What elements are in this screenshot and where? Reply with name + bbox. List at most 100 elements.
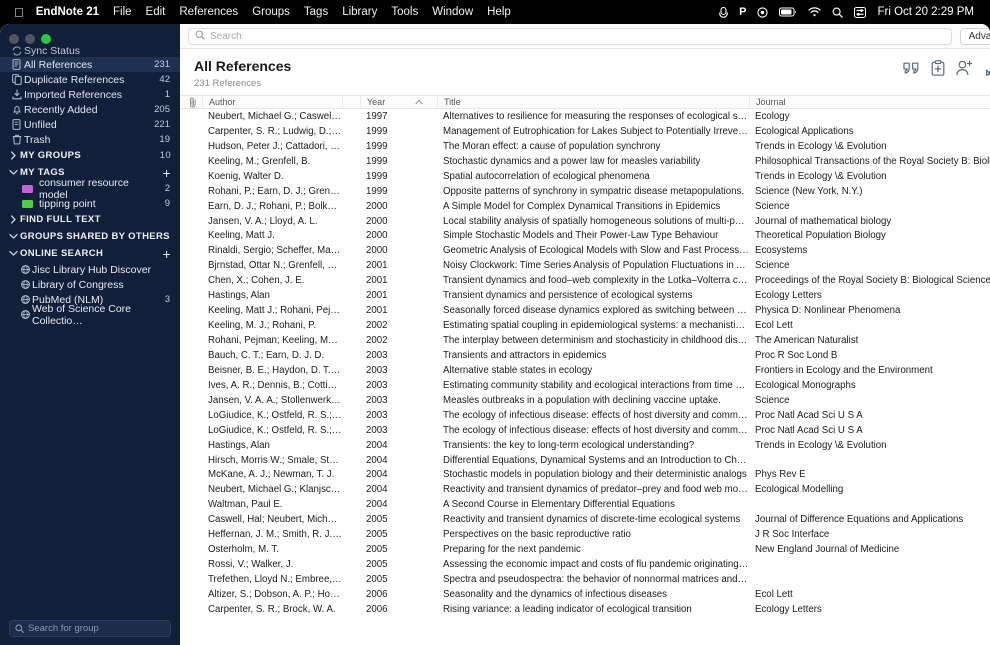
menu-groups[interactable]: Groups bbox=[252, 6, 290, 18]
menu-library[interactable]: Library bbox=[342, 6, 377, 18]
column-header-attachment[interactable] bbox=[184, 95, 202, 109]
table-row[interactable]: LoGiudice, K.; Ostfeld, R. S.; Sc… 2003 Th… bbox=[180, 408, 990, 423]
table-row[interactable]: Beisner, B. E.; Haydon, D. T.; C… 2003 Alt… bbox=[180, 363, 990, 378]
table-row[interactable]: Caswell, Hal; Neubert, Michael… 2005 React… bbox=[180, 512, 990, 527]
sidebar-tag-tipping-point[interactable]: tipping point 9 bbox=[0, 196, 180, 211]
table-row[interactable]: Rohani, P.; Earn, D. J.; Grenfell,… 1999 O… bbox=[180, 184, 990, 199]
share-export-icon[interactable] bbox=[984, 60, 990, 76]
sidebar-online-web-of-science[interactable]: Web of Science Core Collectio… bbox=[0, 303, 180, 327]
table-row[interactable]: LoGiudice, K.; Ostfeld, R. S.; Sc… 2003 Th… bbox=[180, 423, 990, 438]
spotlight-search-icon[interactable] bbox=[832, 7, 844, 18]
add-tag-button[interactable]: + bbox=[162, 166, 171, 180]
sidebar-item-trash[interactable]: Trash 19 bbox=[0, 132, 180, 147]
cell-title: Spectra and pseudospectra: the behavior … bbox=[443, 574, 749, 586]
table-row[interactable]: Osterholm, M. T. 2005 Preparing for the ne… bbox=[180, 542, 990, 557]
table-row[interactable]: Hastings, Alan 2004 Transients: the key to… bbox=[180, 438, 990, 453]
sidebar-item-recently-added[interactable]: Recently Added 205 bbox=[0, 102, 180, 117]
table-row[interactable]: Keeling, M. J.; Rohani, P. 2002 Estimating… bbox=[180, 318, 990, 333]
clipboard-plus-icon[interactable] bbox=[931, 60, 945, 76]
advanced-search-button[interactable]: Advanced Search bbox=[959, 27, 990, 45]
sidebar-online-jisc-library-hub[interactable]: Jisc Library Hub Discover bbox=[0, 262, 180, 277]
sidebar-tag-consumer-resource-model[interactable]: consumer resource model 2 bbox=[0, 177, 180, 201]
table-row[interactable]: Earn, D. J.; Rohani, P.; Bolker, B… 2000 A… bbox=[180, 199, 990, 214]
column-header-spacer[interactable] bbox=[342, 95, 360, 109]
menu-tools[interactable]: Tools bbox=[391, 6, 418, 18]
menu-tags[interactable]: Tags bbox=[304, 6, 328, 18]
table-row[interactable]: Trefethen, Lloyd N.; Embree, M… 2005 Spect… bbox=[180, 572, 990, 587]
table-row[interactable]: Ives, A. R.; Dennis, B.; Cottingh… 2003 Es… bbox=[180, 378, 990, 393]
table-row[interactable]: Chen, X.; Cohen, J. E. 2001 Transient dyna… bbox=[180, 273, 990, 288]
table-row[interactable]: Bjrnstad, Ottar N.; Grenfell, Bry… 2001 No… bbox=[180, 258, 990, 273]
table-row[interactable]: Rossi, V.; Walker, J. 2005 Assessing the e… bbox=[180, 557, 990, 572]
group-search-input[interactable]: Search for group bbox=[9, 620, 171, 637]
sidebar-section-online-search[interactable]: ONLINE SEARCH + bbox=[0, 245, 180, 262]
table-row[interactable]: Hastings, Alan 2001 Transient dynamics and… bbox=[180, 288, 990, 303]
table-row[interactable]: Keeling, Matt J.; Rohani, Pejma… 2001 Seas… bbox=[180, 303, 990, 318]
menu-app-name[interactable]: EndNote 21 bbox=[36, 6, 99, 18]
table-row[interactable]: Rinaldi, Sergio; Scheffer, Marten 2000 Geo… bbox=[180, 243, 990, 258]
cell-year: 2002 bbox=[366, 335, 388, 347]
sidebar-section-find-full-text[interactable]: FIND FULL TEXT bbox=[0, 211, 180, 228]
table-row[interactable]: Bauch, C. T.; Earn, D. J. D. 2003 Transien… bbox=[180, 348, 990, 363]
quote-cite-icon[interactable] bbox=[902, 61, 920, 75]
record-icon[interactable] bbox=[757, 6, 769, 18]
table-row[interactable]: Waltman, Paul E. 2004 A Second Course in E… bbox=[180, 497, 990, 512]
table-row[interactable]: Altizer, S.; Dobson, A. P.; Hoss… 2006 Sea… bbox=[180, 587, 990, 602]
cell-title: Simple Stochastic Models and Their Power… bbox=[443, 230, 719, 242]
add-person-icon[interactable] bbox=[955, 60, 973, 76]
menu-edit[interactable]: Edit bbox=[146, 6, 166, 18]
column-header-journal[interactable]: Journal bbox=[749, 95, 990, 109]
sidebar-item-duplicate-references[interactable]: Duplicate References 42 bbox=[0, 72, 180, 87]
menu-bar-clock[interactable]: Fri Oct 20 2:29 PM bbox=[877, 6, 974, 18]
search-input[interactable]: Search bbox=[188, 27, 952, 45]
battery-icon[interactable] bbox=[779, 7, 797, 17]
reference-table[interactable]: Neubert, Michael G.; Caswell,… 1997 Altern… bbox=[180, 109, 990, 645]
sidebar-scroll-area: Sync Status All References 231 Duplicate… bbox=[0, 46, 180, 612]
sidebar-section-groups-shared[interactable]: GROUPS SHARED BY OTHERS bbox=[0, 228, 180, 245]
sidebar-item-sync-status[interactable]: Sync Status bbox=[0, 46, 180, 57]
add-online-source-button[interactable]: + bbox=[162, 247, 171, 261]
cell-author: Trefethen, Lloyd N.; Embree, M… bbox=[208, 574, 342, 586]
table-row[interactable]: Rohani, Pejman; Keeling, Matth… 2002 The i… bbox=[180, 333, 990, 348]
menu-references[interactable]: References bbox=[179, 6, 238, 18]
column-header-author[interactable]: Author bbox=[202, 95, 342, 109]
sidebar-online-library-of-congress[interactable]: Library of Congress bbox=[0, 277, 180, 292]
zoom-button[interactable] bbox=[41, 34, 51, 44]
column-header-title[interactable]: Title bbox=[437, 95, 749, 109]
table-row[interactable]: Carpenter, S. R.; Ludwig, D.; Br… 1999 Man… bbox=[180, 124, 990, 139]
endnote-window: Sync Status All References 231 Duplicate… bbox=[0, 24, 990, 645]
sidebar-item-all-references[interactable]: All References 231 bbox=[0, 57, 180, 72]
apple-logo-icon[interactable]:  bbox=[14, 6, 24, 19]
table-row[interactable]: Hudson, Peter J.; Cattadori, Isa… 1999 The… bbox=[180, 139, 990, 154]
table-row[interactable]: Hirsch, Morris W.; Smale, Step… 2004 Diffe… bbox=[180, 453, 990, 468]
table-row[interactable]: Keeling, M.; Grenfell, B. 1999 Stochastic … bbox=[180, 154, 990, 169]
cell-year: 2001 bbox=[366, 305, 388, 317]
table-row[interactable]: Neubert, Michael G.; Klanjscek,… 2004 Reac… bbox=[180, 482, 990, 497]
column-header-year[interactable]: Year bbox=[360, 95, 415, 109]
sidebar-section-my-groups[interactable]: MY GROUPS 10 bbox=[0, 147, 180, 164]
minimize-button[interactable] bbox=[25, 34, 35, 44]
cell-journal: Phys Rev E bbox=[755, 469, 806, 481]
sidebar-item-unfiled[interactable]: Unfiled 221 bbox=[0, 117, 180, 132]
menu-help[interactable]: Help bbox=[487, 6, 511, 18]
menu-file[interactable]: File bbox=[113, 6, 132, 18]
control-center-icon[interactable] bbox=[854, 6, 867, 18]
table-row[interactable]: Neubert, Michael G.; Caswell,… 1997 Altern… bbox=[180, 109, 990, 124]
sidebar-tag-count: 2 bbox=[164, 183, 170, 194]
wifi-icon[interactable] bbox=[808, 7, 822, 17]
table-row[interactable]: Jansen, V. A.; Lloyd, A. L. 2000 Local sta… bbox=[180, 214, 990, 229]
keyboard-input-icon[interactable] bbox=[719, 6, 728, 18]
menu-window[interactable]: Window bbox=[432, 6, 473, 18]
group-search-placeholder: Search for group bbox=[28, 623, 99, 634]
table-row[interactable]: Jansen, V. A. A.; Stollenwerk, N… 2003 Mea… bbox=[180, 393, 990, 408]
parsec-p-icon[interactable]: P bbox=[739, 6, 746, 18]
close-button[interactable] bbox=[9, 34, 19, 44]
cell-title: The Moran effect: a cause of population … bbox=[443, 140, 661, 152]
sidebar-item-imported-references[interactable]: Imported References 1 bbox=[0, 87, 180, 102]
table-row[interactable]: Heffernan, J. M.; Smith, R. J.;… 2005 Pers… bbox=[180, 527, 990, 542]
table-row[interactable]: McKane, A. J.; Newman, T. J. 2004 Stochast… bbox=[180, 468, 990, 483]
cell-journal: Science (New York, N.Y.) bbox=[755, 185, 863, 197]
table-row[interactable]: Keeling, Matt J. 2000 Simple Stochastic Mo… bbox=[180, 229, 990, 244]
table-row[interactable]: Koenig, Walter D. 1999 Spatial autocorrela… bbox=[180, 169, 990, 184]
table-row[interactable]: Carpenter, S. R.; Brock, W. A. 2006 Rising… bbox=[180, 602, 990, 617]
